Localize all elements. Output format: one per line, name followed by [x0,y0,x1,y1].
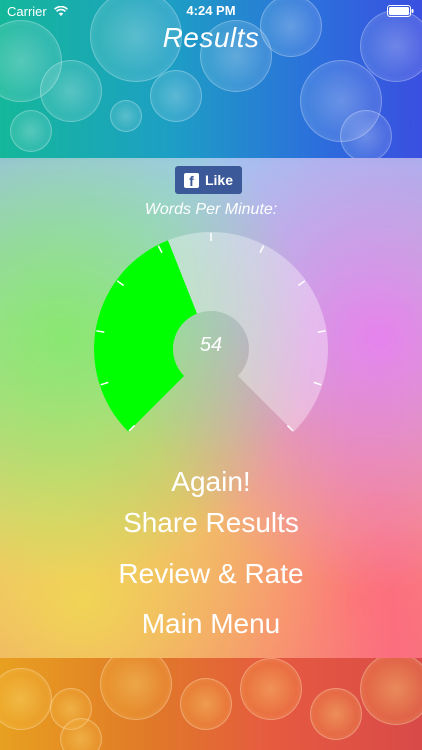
again-button[interactable]: Again! [0,466,422,498]
review-rate-button[interactable]: Review & Rate [0,558,422,590]
battery-icon [387,5,414,20]
page-title: Results [162,22,260,53]
like-label: Like [204,172,233,188]
gauge-label: Words Per Minute: [144,201,278,218]
background-bottom-band [0,658,422,750]
main-menu-button[interactable]: Main Menu [0,608,422,640]
facebook-like-button[interactable]: f Like [175,166,242,194]
share-results-button[interactable]: Share Results [0,507,422,539]
facebook-icon: f [183,172,199,188]
status-bar: Carrier 4:24 PM [0,0,422,22]
gauge-value: 54 [199,334,223,356]
wpm-gauge [93,232,329,432]
status-time: 4:24 PM [186,3,236,18]
